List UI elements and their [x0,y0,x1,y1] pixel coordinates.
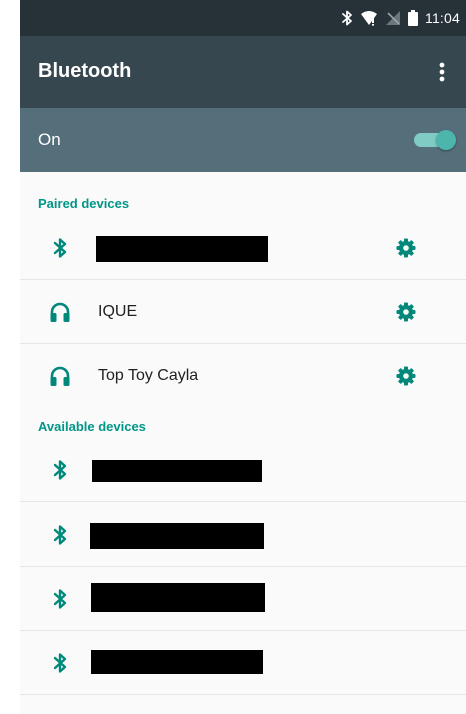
device-name: IQUE [98,303,138,320]
toggle-state-label: On [38,130,61,149]
device-settings-button[interactable] [392,298,420,326]
no-sim-icon [385,10,401,26]
redacted-device-name [91,650,263,674]
paired-device-row[interactable]: IQUE [20,280,466,344]
gear-icon [396,302,416,322]
device-name: Top Toy Cayla [98,367,199,384]
status-bar: 11:04 [20,0,466,36]
more-vert-icon [439,62,445,82]
headset-icon [48,300,72,324]
available-device-row[interactable] [20,631,466,695]
bluetooth-icon [48,587,72,611]
redacted-device-name [96,236,268,262]
status-icons: 11:04 [341,9,460,27]
app-bar: Bluetooth [20,36,466,108]
bluetooth-switch[interactable] [414,128,458,152]
device-settings-button[interactable] [392,234,420,262]
battery-icon [408,10,418,26]
gear-icon [396,366,416,386]
bluetooth-icon [341,10,353,26]
divider [20,694,466,695]
bluetooth-icon [48,458,72,482]
headset-icon [48,364,72,388]
status-time: 11:04 [425,10,460,26]
page-title: Bluetooth [38,60,132,82]
available-device-row[interactable] [20,567,466,631]
bluetooth-settings-screen: 11:04 Bluetooth On Paired devices IQUE T… [20,0,466,714]
bluetooth-master-toggle-row[interactable]: On [20,108,466,172]
overflow-menu-button[interactable] [424,54,460,90]
paired-device-row[interactable]: Top Toy Cayla [20,344,466,408]
device-settings-button[interactable] [392,362,420,390]
gear-icon [396,238,416,258]
bluetooth-icon [48,523,72,547]
bluetooth-icon [48,651,72,675]
divider [20,501,466,502]
available-device-row[interactable] [20,438,466,502]
available-devices-header: Available devices [38,419,146,434]
wifi-icon [360,10,378,26]
paired-device-row[interactable] [20,216,466,280]
redacted-device-name [91,583,265,612]
available-device-row[interactable] [20,503,466,567]
switch-thumb [436,130,456,150]
paired-devices-header: Paired devices [38,196,130,211]
redacted-device-name [92,460,262,482]
redacted-device-name [90,523,264,549]
bluetooth-icon [48,236,72,260]
